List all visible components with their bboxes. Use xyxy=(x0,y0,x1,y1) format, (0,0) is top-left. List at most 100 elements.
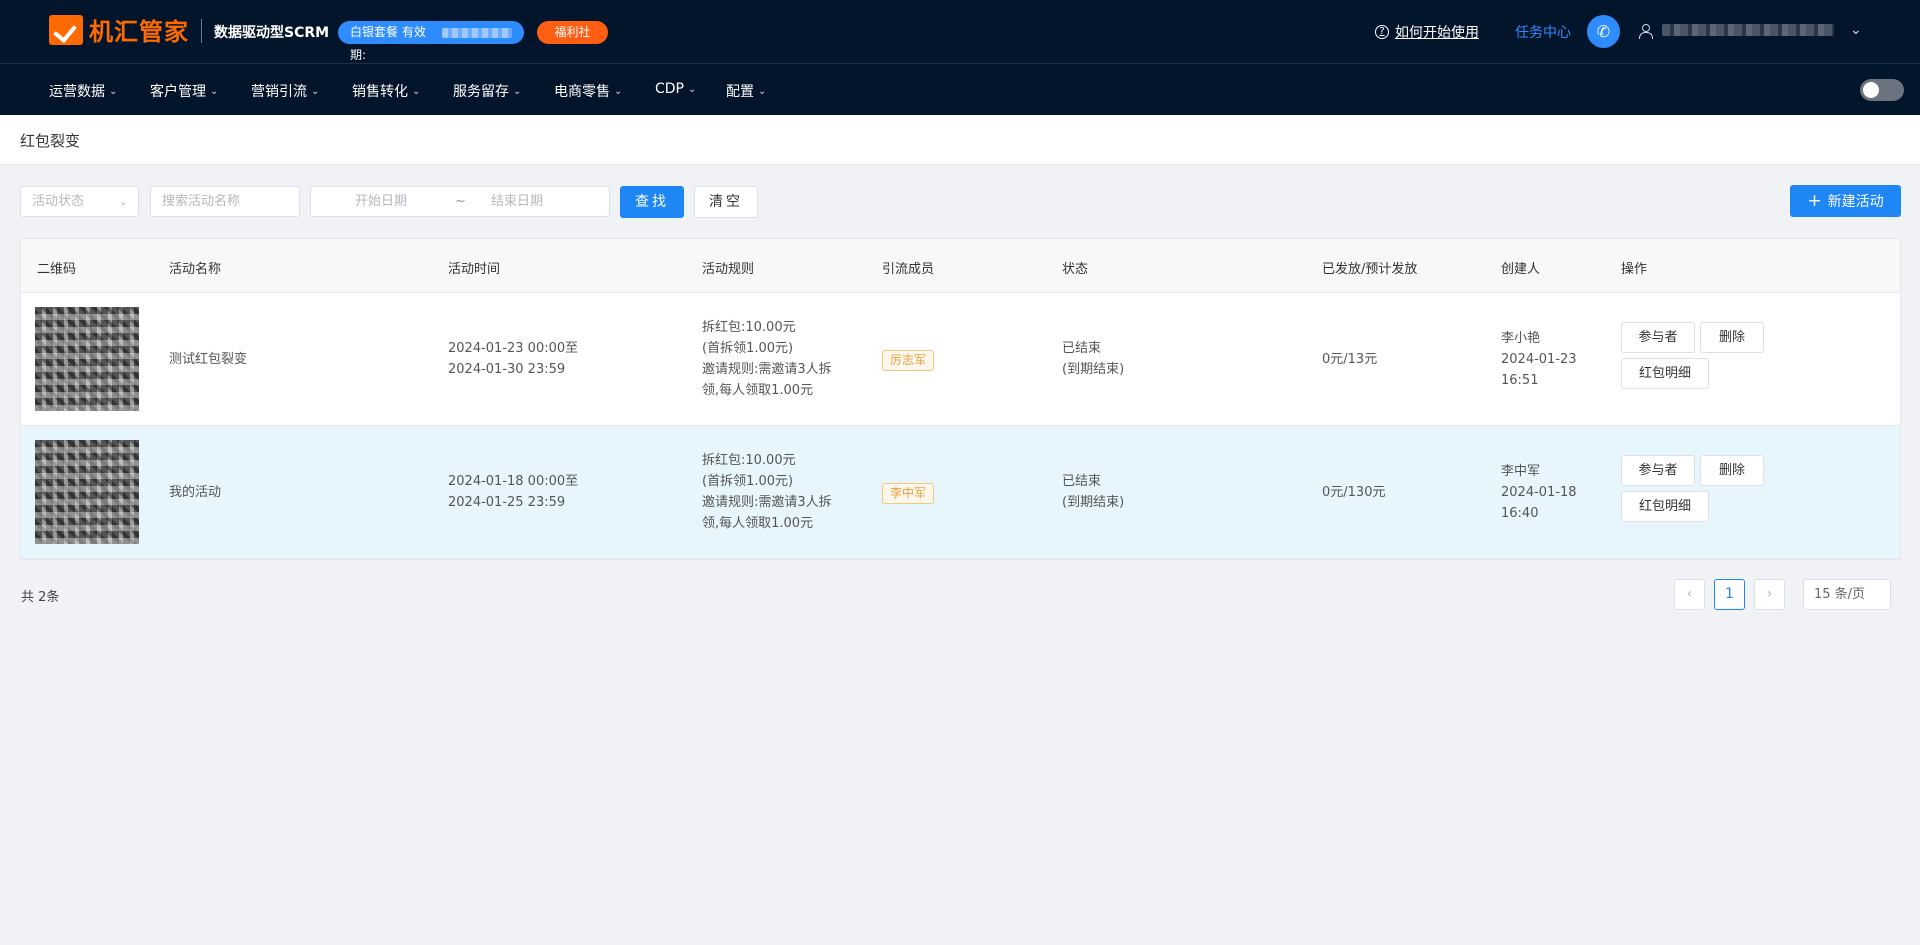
redpacket-detail-button[interactable]: 红包明细 xyxy=(1621,491,1709,522)
redpacket-detail-label: 红包明细 xyxy=(1638,366,1691,381)
question-circle-icon: ? xyxy=(1375,25,1389,39)
chevron-right-icon: › xyxy=(1766,586,1773,602)
user-menu[interactable]: ⌄ xyxy=(1638,22,1862,39)
status-reason: (到期结束) xyxy=(1062,362,1125,377)
next-page-button[interactable]: › xyxy=(1754,579,1785,610)
qr-code-image[interactable] xyxy=(35,307,139,411)
column-header: 创建人 xyxy=(1501,262,1541,277)
prev-page-button[interactable]: ‹ xyxy=(1674,579,1705,610)
delete-button[interactable]: 删除 xyxy=(1700,455,1764,486)
redpacket-detail-button[interactable]: 红包明细 xyxy=(1621,358,1709,389)
page-number-button[interactable]: 1 xyxy=(1714,579,1745,610)
top-header: 机汇管家 数据驱动型SCRM 白银套餐 有效期: 福利社 ? 如何开始使用 任务… xyxy=(0,0,1920,64)
rule-line: 拆红包:10.00元 xyxy=(702,453,796,468)
user-icon xyxy=(1638,23,1653,39)
nav-item-label: 运营数据 xyxy=(49,84,105,100)
creator-info: 李中军 2024-01-18 16:40 xyxy=(1501,461,1577,524)
plan-expiry-redacted xyxy=(442,28,512,38)
creator-name: 李中军 xyxy=(1501,464,1541,479)
member-tag: 厉志军 xyxy=(882,350,935,371)
total-count: 共 2条 xyxy=(21,590,60,605)
welfare-badge[interactable]: 福利社 xyxy=(537,21,608,44)
creator-name: 李小艳 xyxy=(1501,331,1541,346)
created-time: 16:40 xyxy=(1501,506,1539,521)
qr-code-image[interactable] xyxy=(35,440,139,544)
phone-button[interactable]: ✆ xyxy=(1587,15,1620,48)
nav-item-operations-data[interactable]: 运营数据 ⌄ xyxy=(49,81,117,101)
clear-button[interactable]: 清空 xyxy=(694,186,758,218)
chevron-left-icon: ‹ xyxy=(1686,586,1693,602)
status-reason: (到期结束) xyxy=(1062,495,1125,510)
status-select[interactable]: 活动状态 ⌄ xyxy=(20,186,139,217)
nav-item-ecommerce[interactable]: 电商零售 ⌄ xyxy=(554,81,622,101)
created-time: 16:51 xyxy=(1501,373,1539,388)
participants-button[interactable]: 参与者 xyxy=(1621,455,1695,486)
date-range-picker[interactable]: 开始日期 ~ 结束日期 xyxy=(310,186,610,217)
chevron-down-icon: ⌄ xyxy=(109,85,118,97)
new-activity-label: 新建活动 xyxy=(1827,194,1884,210)
nav-item-label: 电商零售 xyxy=(554,84,610,100)
created-date: 2024-01-23 xyxy=(1501,352,1577,367)
chevron-down-icon: ⌄ xyxy=(412,85,421,97)
welfare-badge-label: 福利社 xyxy=(554,25,591,39)
rule-line: 领,每人领取1.00元 xyxy=(702,516,814,531)
nav-item-label: 客户管理 xyxy=(150,84,206,100)
activity-time-start: 2024-01-18 00:00至 xyxy=(448,474,579,489)
activity-table: 二维码 活动名称 活动时间 活动规则 引流成员 状态 已发放/预计发放 创建人 … xyxy=(20,238,1901,560)
start-date-input[interactable]: 开始日期 xyxy=(355,187,455,216)
search-input[interactable]: 搜索活动名称 xyxy=(150,186,300,217)
activity-time-end: 2024-01-25 23:59 xyxy=(448,495,566,510)
chevron-down-icon: ⌄ xyxy=(311,85,320,97)
rule-line: (首拆领1.00元) xyxy=(702,474,794,489)
nav-item-cdp[interactable]: CDP ⌄ xyxy=(655,81,696,97)
help-link[interactable]: ? 如何开始使用 xyxy=(1375,22,1479,42)
column-header: 状态 xyxy=(1062,262,1089,277)
activity-time-end: 2024-01-30 23:59 xyxy=(448,362,566,377)
search-input-placeholder: 搜索活动名称 xyxy=(162,194,241,209)
participants-button-label: 参与者 xyxy=(1638,463,1678,478)
issued-amount: 0元/13元 xyxy=(1322,352,1378,367)
rule-line: 拆红包:10.00元 xyxy=(702,320,796,335)
activity-status: 已结束 (到期结束) xyxy=(1062,471,1124,513)
chevron-down-icon: ⌄ xyxy=(688,83,697,95)
page-size-select[interactable]: 15 条/页 xyxy=(1803,579,1891,610)
page-number-label: 1 xyxy=(1725,586,1734,602)
nav-item-customer-management[interactable]: 客户管理 ⌄ xyxy=(150,81,218,101)
nav-item-label: 销售转化 xyxy=(352,84,408,100)
chevron-down-icon: ⌄ xyxy=(210,85,219,97)
help-link-label: 如何开始使用 xyxy=(1395,25,1479,41)
activity-rule: 拆红包:10.00元 (首拆领1.00元) 邀请规则:需邀请3人拆 领,每人领取… xyxy=(702,317,832,401)
nav-item-service-retention[interactable]: 服务留存 ⌄ xyxy=(453,81,521,101)
table-row: 我的活动 2024-01-18 00:00至 2024-01-25 23:59 … xyxy=(21,426,1900,559)
page-title: 红包裂变 xyxy=(20,132,81,150)
activity-status: 已结束 (到期结束) xyxy=(1062,338,1124,380)
rule-line: (首拆领1.00元) xyxy=(702,341,794,356)
column-header: 活动名称 xyxy=(169,262,222,277)
nav-item-settings[interactable]: 配置 ⌄ xyxy=(726,81,766,101)
page-size-label: 15 条/页 xyxy=(1814,587,1866,602)
end-date-input[interactable]: 结束日期 xyxy=(491,187,591,216)
plus-icon: + xyxy=(1807,191,1822,211)
plan-badge: 白银套餐 有效期: xyxy=(338,21,524,62)
participants-button[interactable]: 参与者 xyxy=(1621,322,1695,353)
plan-badge-label: 白银套餐 有效期: xyxy=(350,25,426,62)
theme-toggle[interactable] xyxy=(1860,79,1904,101)
nav-item-marketing[interactable]: 营销引流 ⌄ xyxy=(251,81,319,101)
task-center-link[interactable]: 任务中心 xyxy=(1515,22,1571,42)
status-text: 已结束 xyxy=(1062,341,1102,356)
status-select-placeholder: 活动状态 xyxy=(32,194,85,209)
brand-name: 机汇管家 xyxy=(89,18,189,46)
delete-button[interactable]: 删除 xyxy=(1700,322,1764,353)
activity-name: 我的活动 xyxy=(169,485,222,500)
search-button[interactable]: 查找 xyxy=(620,186,684,218)
brand-logo[interactable]: 机汇管家 xyxy=(49,12,189,47)
column-header: 引流成员 xyxy=(882,262,935,277)
header-divider xyxy=(201,19,202,43)
new-activity-button[interactable]: + 新建活动 xyxy=(1790,185,1901,217)
nav-item-sales-conversion[interactable]: 销售转化 ⌄ xyxy=(352,81,420,101)
chevron-down-icon: ⌄ xyxy=(614,85,623,97)
rule-line: 邀请规则:需邀请3人拆 xyxy=(702,362,832,377)
logo-mark-icon xyxy=(49,14,83,45)
phone-icon: ✆ xyxy=(1596,22,1611,41)
date-range-separator: ~ xyxy=(455,194,466,209)
